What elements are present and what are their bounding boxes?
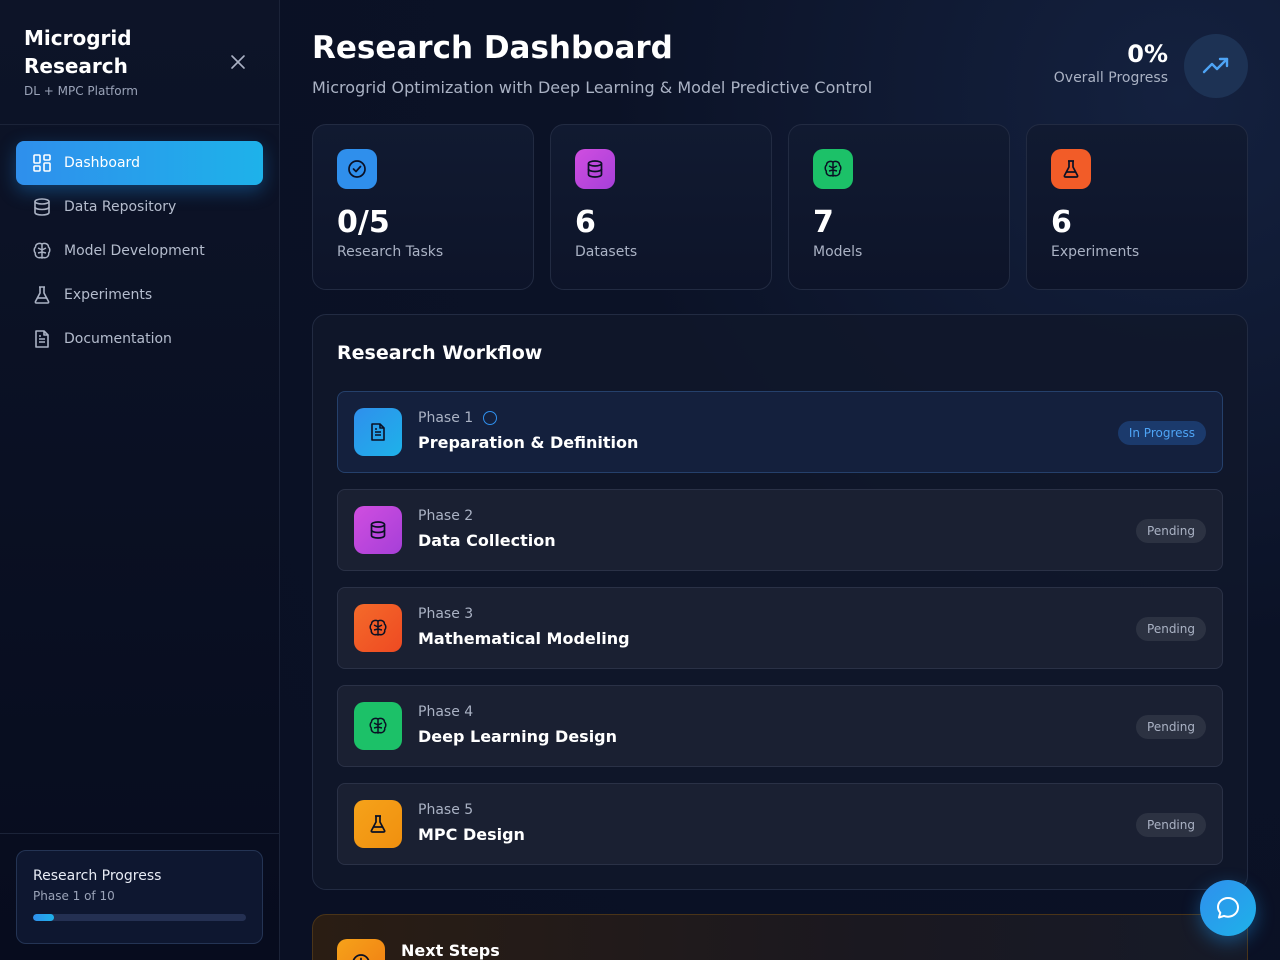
close-icon xyxy=(231,55,245,69)
flask-icon xyxy=(354,800,402,848)
research-progress-bar xyxy=(33,914,246,921)
phase-number: Phase 4 xyxy=(418,704,474,720)
page-subtitle: Microgrid Optimization with Deep Learnin… xyxy=(312,78,873,97)
workflow-phase-3[interactable]: Phase 3 Mathematical Modeling Pending xyxy=(337,587,1223,669)
research-progress-subtitle: Phase 1 of 10 xyxy=(33,889,115,903)
sidebar-item-label: Documentation xyxy=(64,331,172,347)
file-text-icon xyxy=(32,329,52,349)
status-badge: In Progress xyxy=(1117,421,1206,445)
status-badge: Pending xyxy=(1136,617,1206,641)
phase-name: Deep Learning Design xyxy=(418,727,618,746)
phase-number: Phase 5 xyxy=(418,802,474,818)
phase-name: Data Collection xyxy=(418,531,556,550)
stat-value: 0/5 xyxy=(337,205,390,240)
sidebar-bottom-divider xyxy=(0,833,279,834)
overall-progress: 0% Overall Progress xyxy=(1054,40,1168,86)
stat-value: 7 xyxy=(813,205,834,240)
layout-grid-icon xyxy=(32,153,52,173)
next-steps-title: Next Steps xyxy=(401,941,500,960)
research-progress-title: Research Progress xyxy=(33,868,162,884)
workflow-phase-1[interactable]: Phase 1 Preparation & Definition In Prog… xyxy=(337,391,1223,473)
brain-icon xyxy=(32,241,52,261)
stat-label: Experiments xyxy=(1051,244,1140,260)
flask-icon xyxy=(1051,149,1091,189)
sidebar-item-model-development[interactable]: Model Development xyxy=(16,229,263,273)
phase-number: Phase 3 xyxy=(418,606,474,622)
research-progress-fill xyxy=(33,914,55,921)
check-circle-icon xyxy=(337,149,377,189)
sidebar-item-label: Experiments xyxy=(64,287,153,303)
phase-name: MPC Design xyxy=(418,825,525,844)
sidebar-item-documentation[interactable]: Documentation xyxy=(16,317,263,361)
phase-number-label: Phase 1 xyxy=(418,410,474,426)
brand-title: Microgrid Research xyxy=(24,26,132,78)
flask-icon xyxy=(32,285,52,305)
sidebar-item-data-repository[interactable]: Data Repository xyxy=(16,185,263,229)
sidebar: Microgrid Research DL + MPC Platform Das… xyxy=(0,0,280,960)
sidebar-item-label: Dashboard xyxy=(64,155,140,171)
circle-icon xyxy=(483,411,498,425)
stat-card-models: 7 Models xyxy=(788,124,1010,290)
phase-number: Phase 1 xyxy=(418,410,498,426)
stat-label: Research Tasks xyxy=(337,244,444,260)
database-icon xyxy=(32,197,52,217)
chat-button[interactable] xyxy=(1200,880,1256,936)
sidebar-item-label: Data Repository xyxy=(64,199,177,215)
workflow-phase-5[interactable]: Phase 5 MPC Design Pending xyxy=(337,783,1223,865)
brand-subtitle: DL + MPC Platform xyxy=(24,84,138,98)
stat-card-research-tasks: 0/5 Research Tasks xyxy=(312,124,534,290)
phase-name: Preparation & Definition xyxy=(418,433,639,452)
main-content: Research Dashboard Microgrid Optimizatio… xyxy=(280,0,1280,960)
message-circle-icon xyxy=(1217,897,1239,919)
workflow-phase-2[interactable]: Phase 2 Data Collection Pending xyxy=(337,489,1223,571)
stat-value: 6 xyxy=(575,205,596,240)
brain-icon xyxy=(354,702,402,750)
workflow-title: Research Workflow xyxy=(337,342,543,364)
overall-progress-value: 0% xyxy=(1127,40,1168,68)
clock-icon xyxy=(337,939,385,960)
sidebar-item-experiments[interactable]: Experiments xyxy=(16,273,263,317)
status-badge: Pending xyxy=(1136,715,1206,739)
sidebar-item-label: Model Development xyxy=(64,243,205,259)
sidebar-divider xyxy=(0,124,279,125)
status-badge: Pending xyxy=(1136,813,1206,837)
stat-card-experiments: 6 Experiments xyxy=(1026,124,1248,290)
phase-name: Mathematical Modeling xyxy=(418,629,630,648)
stat-label: Models xyxy=(813,244,863,260)
overall-progress-label: Overall Progress xyxy=(1053,70,1168,86)
phase-number: Phase 2 xyxy=(418,508,474,524)
research-progress-card: Research Progress Phase 1 of 10 xyxy=(16,850,263,944)
database-icon xyxy=(354,506,402,554)
close-sidebar-button[interactable] xyxy=(226,50,250,74)
file-text-icon xyxy=(354,408,402,456)
stat-value: 6 xyxy=(1051,205,1072,240)
status-badge: Pending xyxy=(1136,519,1206,543)
sidebar-item-dashboard[interactable]: Dashboard xyxy=(16,141,263,185)
trending-up-icon xyxy=(1184,34,1248,98)
research-workflow-panel: Research Workflow Phase 1 Preparation & … xyxy=(312,314,1248,890)
brain-icon xyxy=(813,149,853,189)
database-icon xyxy=(575,149,615,189)
brain-icon xyxy=(354,604,402,652)
workflow-phase-4[interactable]: Phase 4 Deep Learning Design Pending xyxy=(337,685,1223,767)
stat-label: Datasets xyxy=(575,244,638,260)
brand: Microgrid Research DL + MPC Platform xyxy=(24,24,214,98)
sidebar-nav: Dashboard Data Repository Model Developm… xyxy=(16,141,263,361)
page-title: Research Dashboard xyxy=(312,30,673,66)
next-steps-panel: Next Steps xyxy=(312,914,1248,960)
stat-card-datasets: 6 Datasets xyxy=(550,124,772,290)
